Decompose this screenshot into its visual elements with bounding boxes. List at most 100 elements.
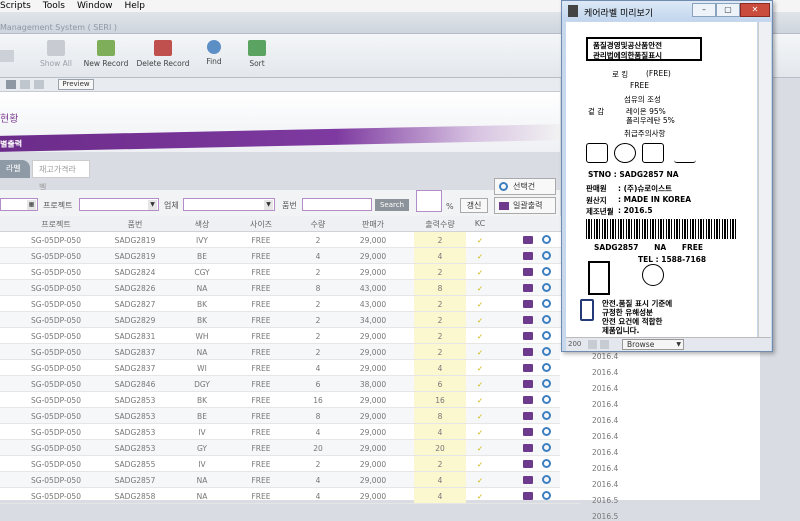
- menu-tools[interactable]: Tools: [43, 1, 65, 11]
- cell-print-qty[interactable]: 2: [414, 268, 466, 277]
- preview-title-bar[interactable]: 케어라벨 미리보기 – ▢ ✕: [562, 1, 772, 21]
- date-input[interactable]: ▦: [0, 198, 38, 211]
- table-row[interactable]: SG-05DP-050 SADG2855 IV FREE 2 29,000 2 ✓: [0, 456, 580, 472]
- project-select[interactable]: ▼: [79, 198, 159, 211]
- tab-stock-price-label[interactable]: 재고가격라벨: [32, 160, 90, 192]
- cell-print-qty[interactable]: 16: [414, 396, 466, 405]
- refresh-button[interactable]: 갱신: [460, 198, 488, 213]
- menu-window[interactable]: Window: [77, 1, 113, 11]
- table-row[interactable]: SG-05DP-050 SADG2853 GY FREE 20 29,000 20 ✓: [0, 440, 580, 456]
- select-button[interactable]: 선택건: [494, 178, 556, 195]
- grid-view-icon[interactable]: [34, 80, 44, 89]
- printer-icon[interactable]: [523, 332, 533, 340]
- cell-print-qty[interactable]: 4: [414, 364, 466, 373]
- cell-print-qty[interactable]: 4: [414, 428, 466, 437]
- close-button[interactable]: ✕: [740, 3, 770, 17]
- printer-icon[interactable]: [523, 412, 533, 420]
- magnifier-icon[interactable]: [542, 283, 551, 292]
- magnifier-icon[interactable]: [542, 427, 551, 436]
- table-row[interactable]: SG-05DP-050 SADG2837 NA FREE 2 29,000 2 ✓: [0, 344, 580, 360]
- table-row[interactable]: SG-05DP-050 SADG2846 DGY FREE 6 38,000 6 ✓: [0, 376, 580, 392]
- table-row[interactable]: SG-05DP-050 SADG2827 BK FREE 2 43,000 2 ✓: [0, 296, 580, 312]
- cell-print-qty[interactable]: 8: [414, 412, 466, 421]
- cell-print-qty[interactable]: 2: [414, 316, 466, 325]
- col-kc[interactable]: KC: [470, 219, 490, 228]
- menu-help[interactable]: Help: [124, 1, 145, 11]
- chevron-down-icon[interactable]: ▼: [148, 200, 157, 210]
- table-row[interactable]: SG-05DP-050 SADG2826 NA FREE 8 43,000 8 ✓: [0, 280, 580, 296]
- table-row[interactable]: SG-05DP-050 SADG2857 NA FREE 4 29,000 4 ✓: [0, 472, 580, 488]
- magnifier-icon[interactable]: [542, 363, 551, 372]
- table-row[interactable]: SG-05DP-050 SADG2858 NA FREE 4 29,000 4 ✓: [0, 488, 580, 504]
- zoom-out-icon[interactable]: [588, 340, 597, 349]
- printer-icon[interactable]: [523, 252, 533, 260]
- calendar-icon[interactable]: ▦: [27, 200, 36, 210]
- printer-icon[interactable]: [523, 396, 533, 404]
- new-record-button[interactable]: New Record: [82, 40, 130, 68]
- magnifier-icon[interactable]: [542, 491, 551, 500]
- minimize-button[interactable]: –: [692, 3, 716, 17]
- table-row[interactable]: SG-05DP-050 SADG2819 IVY FREE 2 29,000 2 ✓: [0, 232, 580, 248]
- cell-print-qty[interactable]: 4: [414, 476, 466, 485]
- table-row[interactable]: SG-05DP-050 SADG2831 WH FREE 2 29,000 2 ✓: [0, 328, 580, 344]
- magnifier-icon[interactable]: [542, 235, 551, 244]
- col-price[interactable]: 판매가: [346, 219, 400, 230]
- table-row[interactable]: SG-05DP-050 SADG2829 BK FREE 2 34,000 2 ✓: [0, 312, 580, 328]
- col-color[interactable]: 색상: [180, 219, 224, 230]
- magnifier-icon[interactable]: [542, 395, 551, 404]
- bulk-print-button[interactable]: 일괄출력: [494, 197, 556, 214]
- printer-icon[interactable]: [523, 460, 533, 468]
- zoom-in-icon[interactable]: [600, 340, 609, 349]
- magnifier-icon[interactable]: [542, 459, 551, 468]
- sort-button[interactable]: Sort: [244, 40, 270, 68]
- col-print-qty[interactable]: 출력수량: [414, 219, 466, 230]
- magnifier-icon[interactable]: [542, 379, 551, 388]
- magnifier-icon[interactable]: [542, 299, 551, 308]
- zoom-level[interactable]: 200: [568, 340, 581, 348]
- magnifier-icon[interactable]: [542, 331, 551, 340]
- table-row[interactable]: SG-05DP-050 SADG2837 WI FREE 4 29,000 4 ✓: [0, 360, 580, 376]
- maximize-button[interactable]: ▢: [716, 3, 740, 17]
- table-row[interactable]: SG-05DP-050 SADG2853 IV FREE 4 29,000 4 ✓: [0, 424, 580, 440]
- mode-select[interactable]: Browse ▼: [622, 339, 684, 350]
- printer-icon[interactable]: [523, 380, 533, 388]
- cell-print-qty[interactable]: 2: [414, 332, 466, 341]
- cell-print-qty[interactable]: 4: [414, 252, 466, 261]
- printer-icon[interactable]: [523, 476, 533, 484]
- cell-print-qty[interactable]: 20: [414, 444, 466, 453]
- table-row[interactable]: SG-05DP-050 SADG2824 CGY FREE 2 29,000 2 ✓: [0, 264, 580, 280]
- find-button[interactable]: Find: [200, 40, 228, 66]
- magnifier-icon[interactable]: [542, 411, 551, 420]
- list-view-icon[interactable]: [6, 80, 16, 89]
- printer-icon[interactable]: [523, 428, 533, 436]
- col-size[interactable]: 사이즈: [236, 219, 286, 230]
- search-button[interactable]: Search: [375, 199, 409, 211]
- printer-icon[interactable]: [523, 444, 533, 452]
- cell-print-qty[interactable]: 2: [414, 236, 466, 245]
- magnifier-icon[interactable]: [542, 251, 551, 260]
- cell-print-qty[interactable]: 6: [414, 380, 466, 389]
- table-row[interactable]: SG-05DP-050 SADG2853 BK FREE 16 29,000 16 ✓: [0, 392, 580, 408]
- printer-icon[interactable]: [523, 316, 533, 324]
- percent-input[interactable]: [416, 190, 442, 212]
- show-all-button[interactable]: Show All: [38, 40, 74, 68]
- printer-icon[interactable]: [523, 300, 533, 308]
- printer-icon[interactable]: [523, 364, 533, 372]
- delete-record-button[interactable]: Delete Record: [134, 40, 192, 68]
- magnifier-icon[interactable]: [542, 475, 551, 484]
- magnifier-icon[interactable]: [542, 267, 551, 276]
- tab-label[interactable]: 라벨: [0, 160, 30, 178]
- printer-icon[interactable]: [523, 268, 533, 276]
- menu-scripts[interactable]: Scripts: [0, 1, 31, 11]
- cell-print-qty[interactable]: 8: [414, 284, 466, 293]
- col-item[interactable]: 품번: [110, 219, 160, 230]
- vendor-select[interactable]: ▼: [183, 198, 275, 211]
- printer-icon[interactable]: [523, 236, 533, 244]
- vertical-scrollbar[interactable]: [758, 22, 771, 337]
- chevron-down-icon[interactable]: ▼: [264, 200, 273, 210]
- printer-icon[interactable]: [523, 284, 533, 292]
- layout-form-icon[interactable]: [0, 50, 14, 62]
- cell-print-qty[interactable]: 2: [414, 348, 466, 357]
- table-view-icon[interactable]: [20, 80, 30, 89]
- table-row[interactable]: SG-05DP-050 SADG2853 BE FREE 8 29,000 8 ✓: [0, 408, 580, 424]
